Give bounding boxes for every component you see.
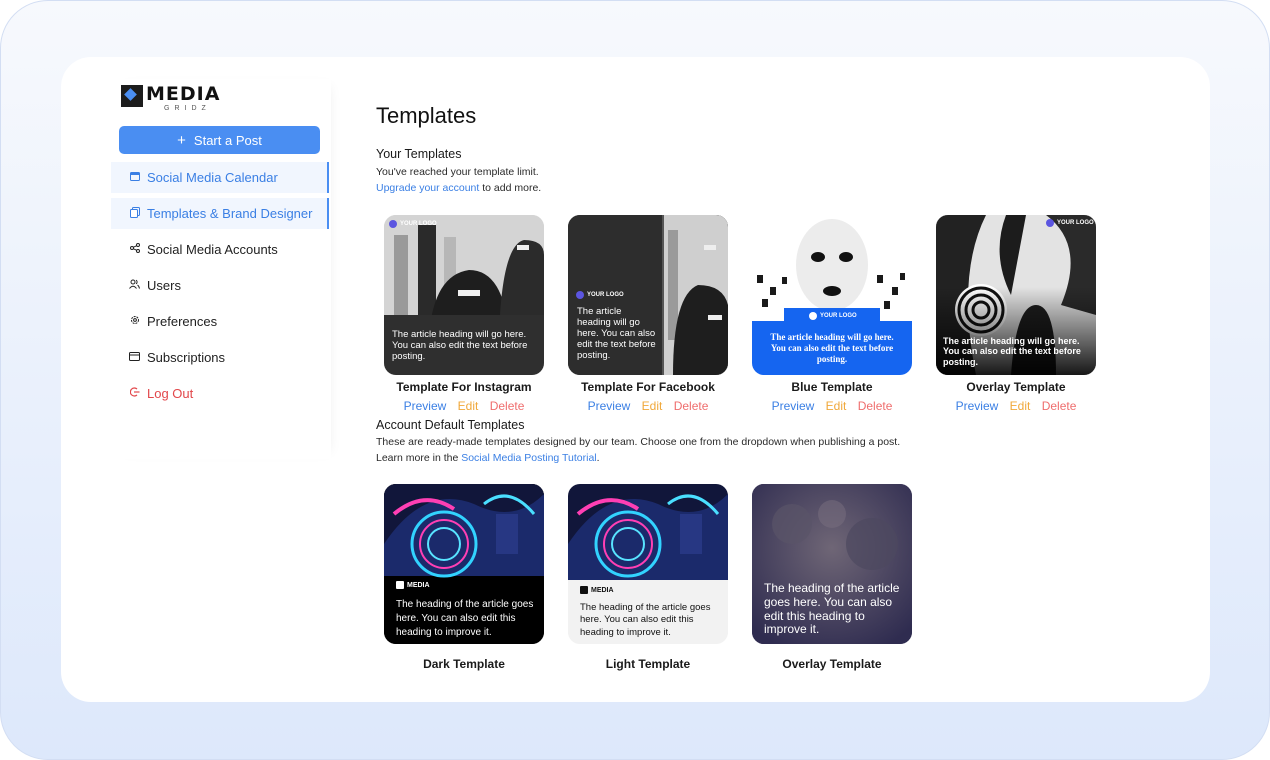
sidebar-item-calendar[interactable]: Social Media Calendar <box>111 162 329 193</box>
edit-link[interactable]: Edit <box>826 399 847 413</box>
your-logo-badge: YOUR LOGO <box>809 312 857 320</box>
template-actions: Preview Edit Delete <box>752 399 912 413</box>
share-icon <box>129 243 140 256</box>
edit-link[interactable]: Edit <box>458 399 479 413</box>
default-templates-heading: Account Default Templates <box>376 418 525 432</box>
preview-link[interactable]: Preview <box>588 399 631 413</box>
sidebar-item-label: Social Media Accounts <box>147 242 278 257</box>
template-name: Template For Instagram <box>396 380 532 394</box>
app-window: MEDIA GRIDZ + Start a Post Social Media … <box>61 57 1210 702</box>
edit-link[interactable]: Edit <box>642 399 663 413</box>
template-card: The heading of the article goes here. Yo… <box>752 484 912 671</box>
preview-link[interactable]: Preview <box>404 399 447 413</box>
sidebar-item-logout[interactable]: Log Out <box>111 378 329 409</box>
sidebar-item-templates[interactable]: Templates & Brand Designer <box>111 198 329 229</box>
template-caption: The article heading will go here. You ca… <box>577 306 656 361</box>
logout-icon <box>129 387 140 400</box>
upgrade-account-link[interactable]: Upgrade your account <box>376 182 479 194</box>
sidebar-item-label: Users <box>147 278 181 293</box>
sidebar-item-label: Templates & Brand Designer <box>147 206 313 221</box>
template-thumbnail[interactable]: MEDIA The heading of the article goes he… <box>568 484 728 644</box>
sidebar-item-users[interactable]: Users <box>111 270 329 301</box>
sidebar-nav: Social Media Calendar Templates & Brand … <box>111 162 329 414</box>
preview-link[interactable]: Preview <box>956 399 999 413</box>
preview-link[interactable]: Preview <box>772 399 815 413</box>
sidebar-item-label: Log Out <box>147 386 194 401</box>
your-templates-heading: Your Templates <box>376 147 462 161</box>
template-thumbnail[interactable]: MEDIA The heading of the article goes he… <box>384 484 544 644</box>
delete-link[interactable]: Delete <box>1042 399 1077 413</box>
brand-name: MEDIA <box>146 83 221 105</box>
default-templates-desc: These are ready-made templates designed … <box>376 436 901 448</box>
sidebar-item-social-accounts[interactable]: Social Media Accounts <box>111 234 329 265</box>
tutorial-prefix: Learn more in the <box>376 452 462 464</box>
template-card: YOUR LOGO The article heading will go he… <box>568 215 728 413</box>
users-icon <box>129 279 140 292</box>
page-title: Templates <box>376 103 477 128</box>
template-limit-text: You've reached your template limit. <box>376 166 539 178</box>
tutorial-link[interactable]: Social Media Posting Tutorial <box>461 452 596 464</box>
template-caption: The heading of the article goes here. Yo… <box>580 602 711 638</box>
brand-mark-icon <box>121 85 143 107</box>
delete-link[interactable]: Delete <box>674 399 709 413</box>
card-icon <box>129 351 140 364</box>
template-caption: The article heading will go here. You ca… <box>770 332 894 364</box>
template-caption: The article heading will go here. You ca… <box>943 336 1081 367</box>
media-logo-badge: MEDIA <box>580 586 614 594</box>
template-card: YOUR LOGO The article heading will go he… <box>384 215 544 413</box>
start-post-label: Start a Post <box>193 132 262 148</box>
upgrade-suffix: to add more. <box>479 182 542 194</box>
templates-icon <box>129 206 140 221</box>
template-thumbnail[interactable]: YOUR LOGO The article heading will go he… <box>568 215 728 375</box>
edit-link[interactable]: Edit <box>1010 399 1031 413</box>
template-actions: Preview Edit Delete <box>936 399 1096 413</box>
sidebar-item-label: Social Media Calendar <box>147 170 278 185</box>
template-name: Blue Template <box>791 380 873 394</box>
template-card: MEDIA The heading of the article goes he… <box>568 484 728 671</box>
template-card: YOUR LOGO The article heading will go he… <box>752 215 912 413</box>
sidebar: MEDIA GRIDZ + Start a Post Social Media … <box>111 79 331 459</box>
template-thumbnail[interactable]: YOUR LOGO The article heading will go he… <box>384 215 544 375</box>
sidebar-item-preferences[interactable]: Preferences <box>111 306 329 337</box>
brand-logo[interactable]: MEDIA GRIDZ <box>121 85 220 112</box>
template-card: MEDIA The heading of the article goes he… <box>384 484 544 671</box>
template-card: YOUR LOGO The article heading will go he… <box>936 215 1096 413</box>
your-logo-badge: YOUR LOGO <box>389 220 437 228</box>
template-caption: The heading of the article goes here. Yo… <box>396 599 534 638</box>
template-thumbnail[interactable]: YOUR LOGO The article heading will go he… <box>936 215 1096 375</box>
plus-icon: + <box>177 131 186 149</box>
template-name: Template For Facebook <box>581 380 715 394</box>
upgrade-line: Upgrade your account to add more. <box>376 182 541 194</box>
template-actions: Preview Edit Delete <box>384 399 544 413</box>
your-logo-badge: YOUR LOGO <box>576 291 624 299</box>
template-name: Dark Template <box>423 657 505 671</box>
delete-link[interactable]: Delete <box>858 399 893 413</box>
template-name: Overlay Template <box>782 657 882 671</box>
tutorial-suffix: . <box>596 452 600 464</box>
start-post-button[interactable]: + Start a Post <box>119 126 320 154</box>
template-thumbnail[interactable]: YOUR LOGO The article heading will go he… <box>752 215 912 375</box>
template-name: Overlay Template <box>966 380 1066 394</box>
template-thumbnail[interactable]: The heading of the article goes here. Yo… <box>752 484 912 644</box>
brand-sub: GRIDZ <box>164 105 211 112</box>
template-name: Light Template <box>605 657 691 671</box>
template-caption: The article heading will go here. You ca… <box>392 329 528 362</box>
template-caption: The heading of the article goes here. Yo… <box>764 581 900 637</box>
sidebar-item-label: Preferences <box>147 314 218 329</box>
media-logo-badge: MEDIA <box>396 581 430 589</box>
sidebar-item-label: Subscriptions <box>147 350 226 365</box>
gear-icon <box>129 315 140 328</box>
sidebar-item-subscriptions[interactable]: Subscriptions <box>111 342 329 373</box>
your-logo-badge: YOUR LOGO <box>1046 219 1094 227</box>
template-actions: Preview Edit Delete <box>568 399 728 413</box>
delete-link[interactable]: Delete <box>490 399 525 413</box>
calendar-icon <box>129 171 140 184</box>
tutorial-line: Learn more in the Social Media Posting T… <box>376 452 600 464</box>
